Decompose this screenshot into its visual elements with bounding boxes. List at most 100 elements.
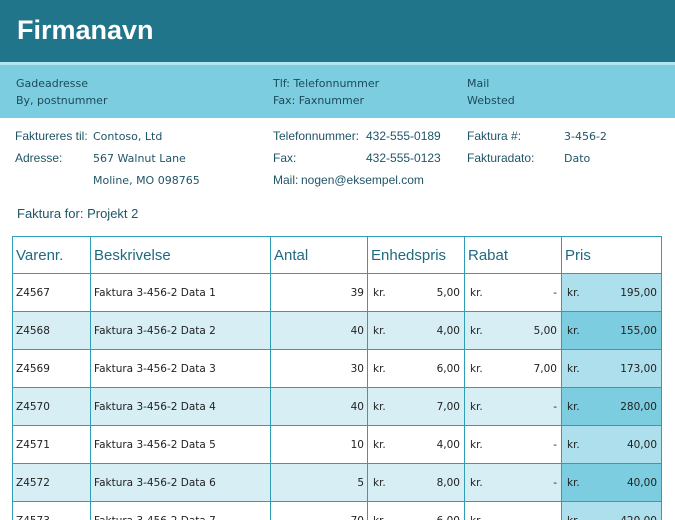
price-cell: kr. 420,00 [561, 501, 662, 520]
unit-price-cell-amount: 4,00 [436, 438, 460, 451]
header-description: Beskrivelse [90, 236, 271, 274]
discount-cell: kr. 5,00 [464, 311, 562, 350]
price-cell-amount: 40,00 [626, 476, 657, 489]
discount-cell: kr. - [464, 463, 562, 502]
discount-cell-amount: 5,00 [533, 324, 557, 337]
currency-label: kr. [470, 515, 483, 520]
quantity-cell: 30 [270, 349, 368, 388]
discount-cell: kr. 7,00 [464, 349, 562, 388]
description-cell: Faktura 3-456-2 Data 7 [90, 501, 271, 520]
company-fax: Fax: Faxnummer [273, 94, 365, 107]
description-cell: Faktura 3-456-2 Data 6 [90, 463, 271, 502]
description-cell: Faktura 3-456-2 Data 2 [90, 311, 271, 350]
quantity-cell: 39 [270, 273, 368, 312]
quantity-cell: 40 [270, 387, 368, 426]
unit-price-cell-amount: 6,00 [437, 515, 460, 520]
currency-label: kr. [470, 400, 483, 413]
table-row: Z4571 Faktura 3-456-2 Data 5 10 kr. 4,00 kr. -… [12, 425, 662, 464]
currency-label: kr. [373, 286, 386, 299]
unit-price-cell-amount: 4,00 [436, 324, 460, 337]
invoice-date-value: Dato [564, 152, 591, 165]
currency-label: kr. [373, 362, 386, 375]
fax-label: Fax: [273, 151, 297, 165]
mail-value: nogen@eksempel.com [301, 173, 424, 187]
price-cell: kr. 40,00 [561, 463, 662, 502]
company-mail: Mail [467, 77, 490, 90]
unit-price-cell: kr. 8,00 [367, 463, 465, 502]
currency-label: kr. [373, 515, 386, 520]
currency-label: kr. [373, 438, 386, 451]
discount-cell: kr. - [464, 273, 562, 312]
currency-label: kr. [567, 476, 580, 489]
company-website: Websted [467, 94, 515, 107]
phone-label: Telefonnummer: [273, 129, 360, 143]
unit-price-cell: kr. 4,00 [367, 311, 465, 350]
item-number-cell: Z4571 [12, 425, 91, 464]
unit-price-cell-amount: 7,00 [436, 400, 460, 413]
billed-to-value: Contoso, Ltd [93, 130, 163, 143]
currency-label: kr. [470, 438, 483, 451]
price-cell-amount: 40,00 [626, 438, 657, 451]
header-quantity: Antal [270, 236, 368, 274]
discount-cell: kr. - [464, 501, 562, 520]
currency-label: kr. [373, 324, 386, 337]
currency-label: kr. [567, 515, 580, 520]
company-info-band: Gadeadresse By, postnummer Tlf: Telefonn… [0, 62, 675, 118]
quantity-cell: 10 [270, 425, 368, 464]
currency-label: kr. [373, 400, 386, 413]
currency-label: kr. [470, 362, 483, 375]
header-discount: Rabat [464, 236, 562, 274]
description-cell: Faktura 3-456-2 Data 5 [90, 425, 271, 464]
discount-cell-amount: - [553, 286, 557, 299]
unit-price-cell-amount: 6,00 [436, 362, 460, 375]
discount-cell-amount: - [553, 400, 557, 413]
price-cell-amount: 155,00 [620, 324, 657, 337]
item-number-cell: Z4570 [12, 387, 91, 426]
discount-cell-amount: - [553, 515, 557, 520]
table-header-row: Varenr. Beskrivelse Antal Enhedspris Rab… [12, 236, 662, 274]
quantity-cell: 5 [270, 463, 368, 502]
discount-cell: kr. - [464, 425, 562, 464]
currency-label: kr. [567, 400, 580, 413]
address-line-1: 567 Walnut Lane [93, 152, 186, 165]
currency-label: kr. [567, 438, 580, 451]
mail-label: Mail: [273, 173, 299, 187]
unit-price-cell: kr. 4,00 [367, 425, 465, 464]
unit-price-cell: kr. 5,00 [367, 273, 465, 312]
price-cell: kr. 40,00 [561, 425, 662, 464]
street-address: Gadeadresse [16, 77, 89, 90]
table-row: Z4569 Faktura 3-456-2 Data 3 30 kr. 6,00 kr. 7… [12, 349, 662, 388]
price-cell-amount: 195,00 [620, 286, 657, 299]
discount-cell: kr. - [464, 387, 562, 426]
invoice-number-value: 3-456-2 [564, 130, 607, 143]
unit-price-cell-amount: 5,00 [436, 286, 460, 299]
price-cell-amount: 280,00 [620, 400, 657, 413]
description-cell: Faktura 3-456-2 Data 1 [90, 273, 271, 312]
currency-label: kr. [567, 286, 580, 299]
invoice-table: Varenr. Beskrivelse Antal Enhedspris Rab… [12, 236, 662, 520]
unit-price-cell-amount: 8,00 [436, 476, 460, 489]
unit-price-cell: kr. 6,00 [367, 501, 465, 520]
discount-cell-amount: - [553, 476, 557, 489]
discount-cell-amount: - [553, 438, 557, 451]
fax-value: 432-555-0123 [366, 151, 441, 165]
address-line-2: Moline, MO 098765 [93, 174, 200, 187]
currency-label: kr. [567, 362, 580, 375]
table-row: Z4570 Faktura 3-456-2 Data 4 40 kr. 7,00 kr. -… [12, 387, 662, 426]
item-number-cell: Z4567 [12, 273, 91, 312]
item-number-cell: Z4573 [12, 501, 91, 520]
item-number-cell: Z4568 [12, 311, 91, 350]
price-cell: kr. 280,00 [561, 387, 662, 426]
price-cell-amount: 420,00 [620, 515, 657, 520]
price-cell: kr. 155,00 [561, 311, 662, 350]
phone-value: 432-555-0189 [366, 129, 441, 143]
table-row: Z4573Faktura 3-456-2 Data 770 kr. 6,00 kr. -… [12, 501, 662, 520]
discount-cell-amount: 7,00 [533, 362, 557, 375]
invoice-for: Faktura for: Projekt 2 [17, 206, 139, 221]
header-banner: Firmanavn [0, 0, 675, 62]
currency-label: kr. [470, 324, 483, 337]
city-postcode: By, postnummer [16, 94, 108, 107]
header-price: Pris [561, 236, 662, 274]
currency-label: kr. [373, 476, 386, 489]
header-item-number: Varenr. [12, 236, 91, 274]
